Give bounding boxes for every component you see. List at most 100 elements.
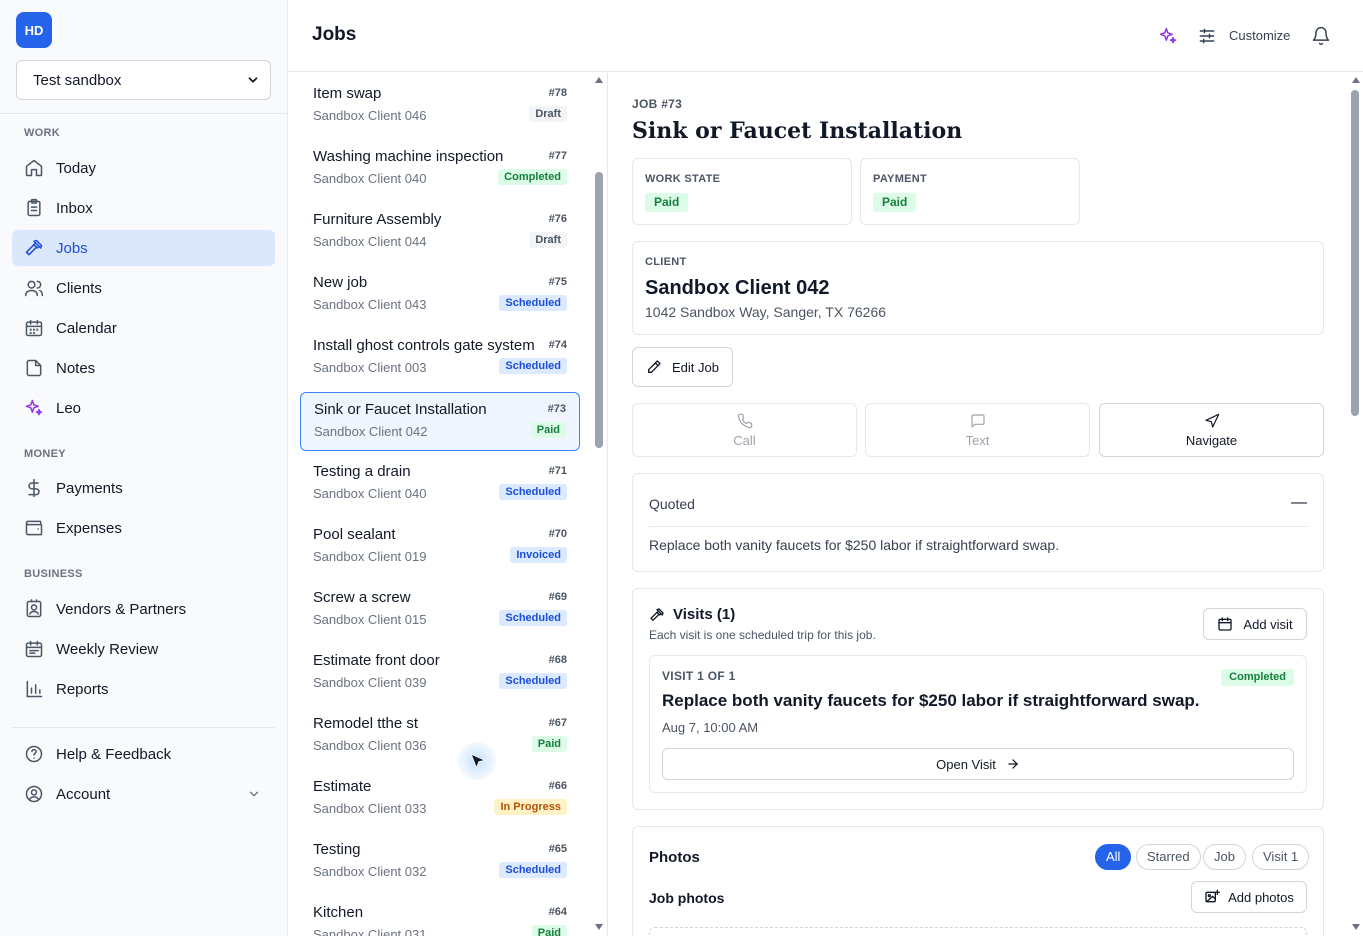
nav-item-help[interactable]: Help & Feedback bbox=[12, 736, 275, 772]
job-title: Kitchen bbox=[313, 904, 364, 921]
workspace-select[interactable]: Test sandbox bbox=[16, 60, 271, 100]
photo-filter-job[interactable]: Job bbox=[1203, 844, 1246, 870]
job-list-scrollbar[interactable] bbox=[595, 172, 603, 448]
job-list-item[interactable]: Screw a screw #69 Sandbox Client 015 Schedu… bbox=[300, 581, 580, 640]
photo-filter-visit-1[interactable]: Visit 1 bbox=[1252, 844, 1310, 870]
add-photos-button[interactable]: Add photos bbox=[1191, 881, 1307, 913]
quoted-divider bbox=[649, 526, 1307, 527]
detail-scroll-up-arrow[interactable] bbox=[1352, 77, 1360, 83]
top-header: Jobs Customize bbox=[288, 0, 1363, 72]
job-list-item[interactable]: Estimate #66 Sandbox Client 033 In Progress bbox=[300, 770, 580, 829]
edit-job-button[interactable]: Edit Job bbox=[632, 347, 733, 387]
status-badge: In Progress bbox=[494, 799, 567, 815]
status-badge: Paid bbox=[531, 925, 567, 936]
nav-item-vendors[interactable]: Vendors & Partners bbox=[12, 591, 275, 627]
job-list-item[interactable]: Kitchen #64 Sandbox Client 031 Paid bbox=[300, 896, 580, 936]
detail-scroll-down-arrow[interactable] bbox=[1352, 924, 1360, 930]
sliders-icon[interactable] bbox=[1197, 26, 1217, 46]
job-number: #69 bbox=[548, 591, 567, 603]
add-visit-label: Add visit bbox=[1243, 616, 1293, 632]
nav-item-payments[interactable]: Payments bbox=[12, 470, 275, 506]
job-list-item[interactable]: Furniture Assembly #76 Sandbox Client 044 D… bbox=[300, 203, 580, 262]
payment-card: PAYMENT Paid bbox=[860, 158, 1080, 225]
bell-icon[interactable] bbox=[1311, 26, 1331, 46]
job-list-item[interactable]: Testing a drain #71 Sandbox Client 040 Sche… bbox=[300, 455, 580, 514]
job-title: Pool sealant bbox=[313, 526, 396, 543]
nav-item-weekly-review[interactable]: Weekly Review bbox=[12, 631, 275, 667]
hammer-icon bbox=[650, 608, 664, 621]
quoted-card: Quoted — Replace both vanity faucets for… bbox=[632, 473, 1324, 572]
job-number: JOB #73 bbox=[632, 97, 683, 111]
visits-title: Visits (1) bbox=[673, 606, 736, 623]
open-visit-button[interactable]: Open Visit bbox=[662, 748, 1294, 780]
calendar-plus-icon bbox=[1218, 617, 1233, 631]
photo-filter-all[interactable]: All bbox=[1095, 844, 1132, 870]
photos-card: Photos All Starred Job Visit 1 Job photo… bbox=[632, 826, 1324, 936]
client-name[interactable]: Sandbox Client 042 bbox=[645, 277, 830, 300]
nav-item-account[interactable]: Account bbox=[12, 776, 275, 812]
app-logo[interactable]: HD bbox=[16, 12, 52, 48]
status-badge: Scheduled bbox=[499, 358, 567, 374]
nav-item-reports[interactable]: Reports bbox=[12, 671, 275, 707]
job-list-item[interactable]: Item swap #78 Sandbox Client 046 Draft bbox=[300, 77, 580, 136]
nav-item-label: Weekly Review bbox=[56, 640, 159, 658]
customize-button[interactable]: Customize bbox=[1229, 28, 1290, 43]
nav-item-label: Calendar bbox=[56, 319, 117, 337]
job-list-item[interactable]: Sink or Faucet Installation #73 Sandbox Cl… bbox=[300, 392, 580, 451]
job-list-item[interactable]: New job #75 Sandbox Client 043 Scheduled bbox=[300, 266, 580, 325]
nav-item-label: Expenses bbox=[56, 519, 122, 537]
nav-item-label: Account bbox=[56, 785, 111, 803]
nav-item-inbox[interactable]: Inbox bbox=[12, 190, 275, 226]
job-title: Item swap bbox=[313, 85, 382, 102]
job-number: #75 bbox=[548, 276, 567, 288]
job-list-item[interactable]: Estimate front door #68 Sandbox Client 039… bbox=[300, 644, 580, 703]
photo-filter-starred[interactable]: Starred bbox=[1136, 844, 1201, 870]
detail-scrollbar[interactable] bbox=[1351, 90, 1359, 416]
job-list-item[interactable]: Washing machine inspection #77 Sandbox Cli… bbox=[300, 140, 580, 199]
nav-item-jobs[interactable]: Jobs bbox=[12, 230, 275, 266]
nav-item-leo[interactable]: Leo bbox=[12, 390, 275, 426]
nav-item-today[interactable]: Today bbox=[12, 150, 275, 186]
nav-item-label: Leo bbox=[56, 399, 82, 417]
client-card[interactable]: CLIENT Sandbox Client 042 1042 Sandbox W… bbox=[632, 241, 1324, 335]
text-label: Text bbox=[965, 433, 990, 448]
clipboard-icon bbox=[27, 198, 41, 217]
job-title: Testing bbox=[313, 841, 361, 858]
job-client: Sandbox Client 040 bbox=[313, 486, 427, 501]
page-title: Jobs bbox=[312, 24, 357, 45]
navigate-button[interactable]: Navigate bbox=[1099, 403, 1324, 457]
job-client: Sandbox Client 044 bbox=[313, 234, 427, 249]
text-button[interactable]: Text bbox=[865, 403, 1090, 457]
job-client: Sandbox Client 042 bbox=[314, 424, 428, 439]
nav-item-notes[interactable]: Notes bbox=[12, 350, 275, 386]
phone-icon bbox=[737, 413, 753, 429]
call-label: Call bbox=[733, 433, 756, 448]
hammer-icon bbox=[25, 239, 43, 256]
job-list-item[interactable]: Testing #65 Sandbox Client 032 Scheduled bbox=[300, 833, 580, 892]
call-button[interactable]: Call bbox=[632, 403, 857, 457]
sidebar-divider bbox=[0, 113, 287, 114]
job-list-item[interactable]: Remodel tthe st #67 Sandbox Client 036 Paid bbox=[300, 707, 580, 766]
job-client: Sandbox Client 003 bbox=[313, 360, 427, 375]
workspace-select-value: Test sandbox bbox=[33, 71, 122, 89]
section-label-money: MONEY bbox=[24, 448, 66, 460]
image-plus-icon bbox=[1205, 889, 1221, 903]
job-title: New job bbox=[313, 274, 368, 291]
job-list-item[interactable]: Install ghost controls gate system #74 San… bbox=[300, 329, 580, 388]
job-list-item[interactable]: Pool sealant #70 Sandbox Client 019 Invoice… bbox=[300, 518, 580, 577]
job-client: Sandbox Client 046 bbox=[313, 108, 427, 123]
mouse-cursor-highlight bbox=[458, 742, 496, 780]
nav-item-calendar[interactable]: Calendar bbox=[12, 310, 275, 346]
nav-item-expenses[interactable]: Expenses bbox=[12, 510, 275, 546]
photo-drop-zone[interactable] bbox=[649, 927, 1307, 936]
job-client: Sandbox Client 040 bbox=[313, 171, 427, 186]
visit-card[interactable]: VISIT 1 OF 1 Completed Replace both vani… bbox=[649, 655, 1307, 793]
scroll-up-arrow[interactable] bbox=[595, 77, 603, 83]
visits-card: Visits (1) Each visit is one scheduled t… bbox=[632, 588, 1324, 810]
add-visit-button[interactable]: Add visit bbox=[1203, 608, 1307, 640]
scroll-down-arrow[interactable] bbox=[595, 924, 603, 930]
status-badge: Completed bbox=[498, 169, 567, 185]
job-list: Item swap #78 Sandbox Client 046 Draft Washi… bbox=[288, 72, 608, 936]
sparkles-icon[interactable] bbox=[1158, 26, 1178, 46]
nav-item-clients[interactable]: Clients bbox=[12, 270, 275, 306]
